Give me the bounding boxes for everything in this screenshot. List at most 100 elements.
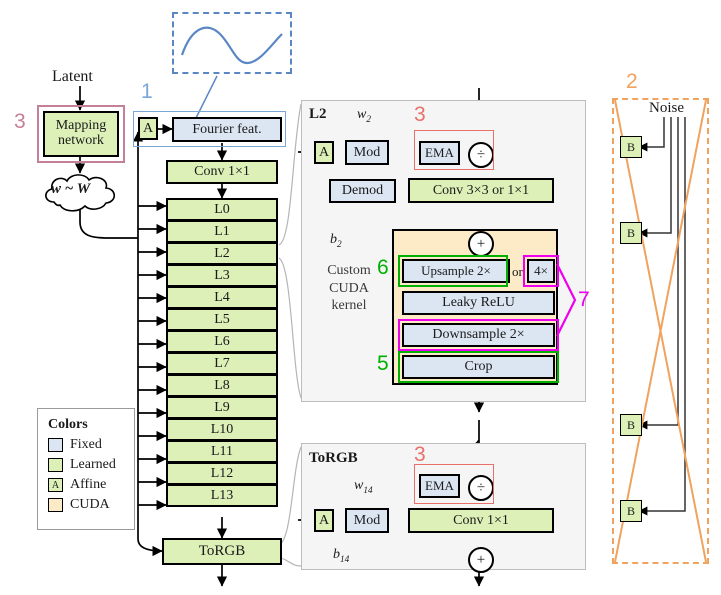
- layer-label-2: L2: [214, 245, 230, 261]
- l2-w-subscript: 2: [366, 113, 371, 124]
- l2-leaky-relu-box[interactable]: Leaky ReLU: [402, 291, 555, 315]
- layer-box-11[interactable]: L11: [166, 440, 278, 463]
- l2-bias-add-glyph: +: [476, 235, 486, 252]
- legend-label-affine: Affine: [70, 477, 107, 492]
- layer-box-0[interactable]: L0: [166, 198, 278, 221]
- annotation-3-mapping: 3: [14, 110, 26, 133]
- annotation-1-input: 1: [141, 80, 153, 103]
- layer-box-4[interactable]: L4: [166, 286, 278, 309]
- input-conv-1x1-label: Conv 1×1: [194, 164, 250, 179]
- layer-label-0: L0: [214, 201, 230, 217]
- layer-label-8: L8: [214, 377, 230, 393]
- annotation-3-torgb-ema: 3: [414, 443, 426, 466]
- layer-box-12[interactable]: L12: [166, 462, 278, 485]
- torgb-bias-add-glyph: +: [476, 551, 486, 568]
- l2-cuda-kernel-label: Custom CUDA kernel: [313, 262, 385, 315]
- layer-label-3: L3: [214, 267, 230, 283]
- l2-upsample-or-label: or: [512, 264, 523, 279]
- layer-label-7: L7: [214, 355, 230, 371]
- l2-demod-box[interactable]: Demod: [329, 179, 396, 203]
- layer-box-8[interactable]: L8: [166, 374, 278, 397]
- l2-b-symbol: b: [330, 232, 337, 247]
- noise-b-box-1[interactable]: B: [620, 222, 642, 244]
- noise-b-box-0[interactable]: B: [620, 136, 642, 158]
- layer-label-9: L9: [214, 399, 230, 415]
- noise-b-label-1: B: [626, 225, 635, 240]
- legend-item-affine: A Affine: [48, 477, 124, 493]
- layer-label-13: L13: [210, 487, 234, 503]
- l2-panel-title: L2: [309, 106, 327, 122]
- torgb-ema-highlight-box: [414, 464, 494, 504]
- torgb-b-subscript: 14: [340, 553, 350, 564]
- noise-title: Noise: [647, 100, 686, 117]
- torgb-w-label: w14: [354, 478, 373, 495]
- torgb-b-symbol: b: [333, 547, 340, 562]
- legend-label-learned: Learned: [70, 457, 116, 472]
- legend-label-fixed: Fixed: [70, 437, 102, 452]
- torgb-mod-label: Mod: [353, 512, 381, 528]
- legend-item-learned: Learned: [48, 457, 124, 473]
- layer-box-7[interactable]: L7: [166, 352, 278, 375]
- input-conv-1x1-box[interactable]: Conv 1×1: [166, 160, 278, 184]
- l2-w-label: w2: [357, 107, 371, 124]
- noise-b-box-2[interactable]: B: [620, 414, 642, 436]
- l2-b-subscript: 2: [337, 238, 342, 249]
- layer-box-6[interactable]: L6: [166, 330, 278, 353]
- layer-box-5[interactable]: L5: [166, 308, 278, 331]
- torgb-stack-label: ToRGB: [198, 543, 246, 559]
- layer-label-11: L11: [210, 443, 234, 459]
- torgb-conv-box[interactable]: Conv 1×1: [408, 508, 554, 533]
- l2-conv-label: Conv 3×3 or 1×1: [432, 182, 530, 198]
- mapping-highlight-box: [37, 105, 125, 163]
- layer-box-13[interactable]: L13: [166, 484, 278, 507]
- layer-box-10[interactable]: L10: [166, 418, 278, 441]
- l2-affine-a-label: A: [318, 144, 330, 160]
- layer-label-1: L1: [214, 223, 230, 239]
- layer-box-2[interactable]: L2: [166, 242, 278, 265]
- noise-panel-box: [612, 98, 709, 564]
- diagram-root: Latent 3 Mapping network w ~ W 1 A Fouri…: [0, 0, 721, 595]
- torgb-bias-add-node: +: [468, 547, 494, 573]
- torgb-stack-box[interactable]: ToRGB: [162, 538, 282, 565]
- legend-item-cuda: CUDA: [48, 497, 124, 513]
- l2-mod-box[interactable]: Mod: [345, 140, 389, 165]
- layer-box-3[interactable]: L3: [166, 264, 278, 287]
- annotation-5-crop: 5: [377, 352, 389, 375]
- torgb-affine-a[interactable]: A: [314, 509, 334, 532]
- layer-stack: L0 L1 L2 L3 L4 L5 L6 L7 L8 L9 L10 L11 L1…: [166, 198, 278, 518]
- input-branch-highlight-box: [133, 111, 286, 147]
- torgb-w-symbol: w: [354, 478, 364, 493]
- l2-cuda-label-line3: kernel: [331, 298, 367, 313]
- l2-conv-box[interactable]: Conv 3×3 or 1×1: [408, 178, 554, 203]
- layer-label-12: L12: [210, 465, 234, 481]
- torgb-b-label: b14: [333, 547, 349, 564]
- latent-label: Latent: [52, 68, 93, 85]
- layer-box-9[interactable]: L9: [166, 396, 278, 419]
- l2-w-symbol: w: [357, 107, 367, 122]
- legend-swatch-cuda: [48, 498, 63, 512]
- l2-mod-label: Mod: [353, 144, 381, 160]
- l2-affine-a[interactable]: A: [314, 141, 334, 164]
- noise-b-box-3[interactable]: B: [620, 500, 642, 522]
- annotation-3-l2-ema: 3: [414, 103, 426, 126]
- legend-title: Colors: [48, 417, 88, 432]
- w-distribution-label: w ~ W: [51, 181, 91, 197]
- annotation-2-noise: 2: [626, 70, 638, 93]
- legend-item-fixed: Fixed: [48, 437, 124, 453]
- annotation-7-bracket: [556, 263, 577, 337]
- l2-cuda-label-line2: CUDA: [329, 280, 369, 296]
- layer-label-6: L6: [214, 333, 230, 349]
- legend-box: Colors Fixed Learned A Affine CUDA: [37, 408, 135, 530]
- layer-label-10: L10: [210, 421, 234, 437]
- l2-cuda-label-line1: Custom: [327, 263, 371, 278]
- layer-box-1[interactable]: L1: [166, 220, 278, 243]
- layer-label-4: L4: [214, 289, 230, 305]
- torgb-mod-box[interactable]: Mod: [345, 508, 389, 533]
- torgb-conv-label: Conv 1×1: [453, 512, 509, 528]
- annotation-7-resample: 7: [578, 288, 590, 311]
- l2-bias-add-node: +: [468, 231, 494, 257]
- legend-swatch-affine-glyph: A: [51, 479, 60, 491]
- noise-b-label-3: B: [626, 503, 635, 518]
- legend-swatch-fixed: [48, 438, 63, 452]
- legend-swatch-learned: [48, 458, 63, 472]
